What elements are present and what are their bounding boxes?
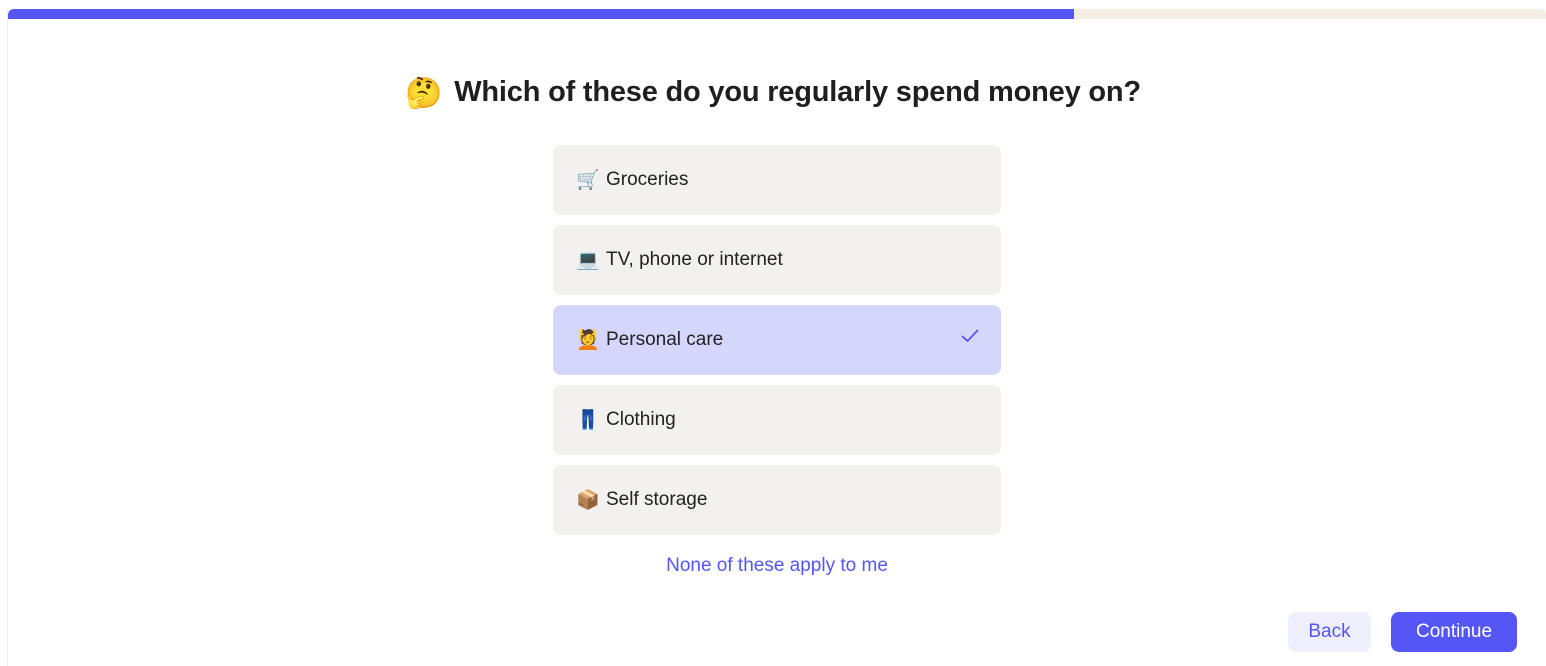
option-personal-care[interactable]: 💆 Personal care xyxy=(553,305,1001,375)
package-icon: 📦 xyxy=(576,490,600,511)
progress-bar-fill xyxy=(8,9,1074,19)
option-tv-phone-internet[interactable]: 💻 TV, phone or internet xyxy=(553,225,1001,295)
options-list: 🛒 Groceries 💻 TV, phone or internet 💆 Pe… xyxy=(553,145,1001,545)
back-button[interactable]: Back xyxy=(1288,612,1371,652)
option-self-storage[interactable]: 📦 Self storage xyxy=(553,465,1001,535)
onboarding-page: 🤔 Which of these do you regularly spend m… xyxy=(0,0,1546,666)
person-getting-massage-icon: 💆 xyxy=(576,330,600,351)
none-apply-link[interactable]: None of these apply to me xyxy=(553,555,1001,577)
option-label: Clothing xyxy=(606,409,676,430)
checkmark-icon xyxy=(961,329,979,342)
question-text: Which of these do you regularly spend mo… xyxy=(454,76,1141,108)
option-label: Personal care xyxy=(606,329,724,350)
option-label: Groceries xyxy=(606,169,689,190)
thinking-face-icon: 🤔 xyxy=(405,77,443,110)
laptop-icon: 💻 xyxy=(576,250,600,271)
shopping-cart-icon: 🛒 xyxy=(576,170,600,191)
progress-bar xyxy=(8,9,1546,19)
option-label: Self storage xyxy=(606,489,708,510)
option-groceries[interactable]: 🛒 Groceries xyxy=(553,145,1001,215)
jeans-icon: 👖 xyxy=(576,410,600,431)
option-clothing[interactable]: 👖 Clothing xyxy=(553,385,1001,455)
continue-button[interactable]: Continue xyxy=(1391,612,1517,652)
option-label: TV, phone or internet xyxy=(606,249,783,270)
question-heading: 🤔 Which of these do you regularly spend m… xyxy=(0,76,1546,111)
